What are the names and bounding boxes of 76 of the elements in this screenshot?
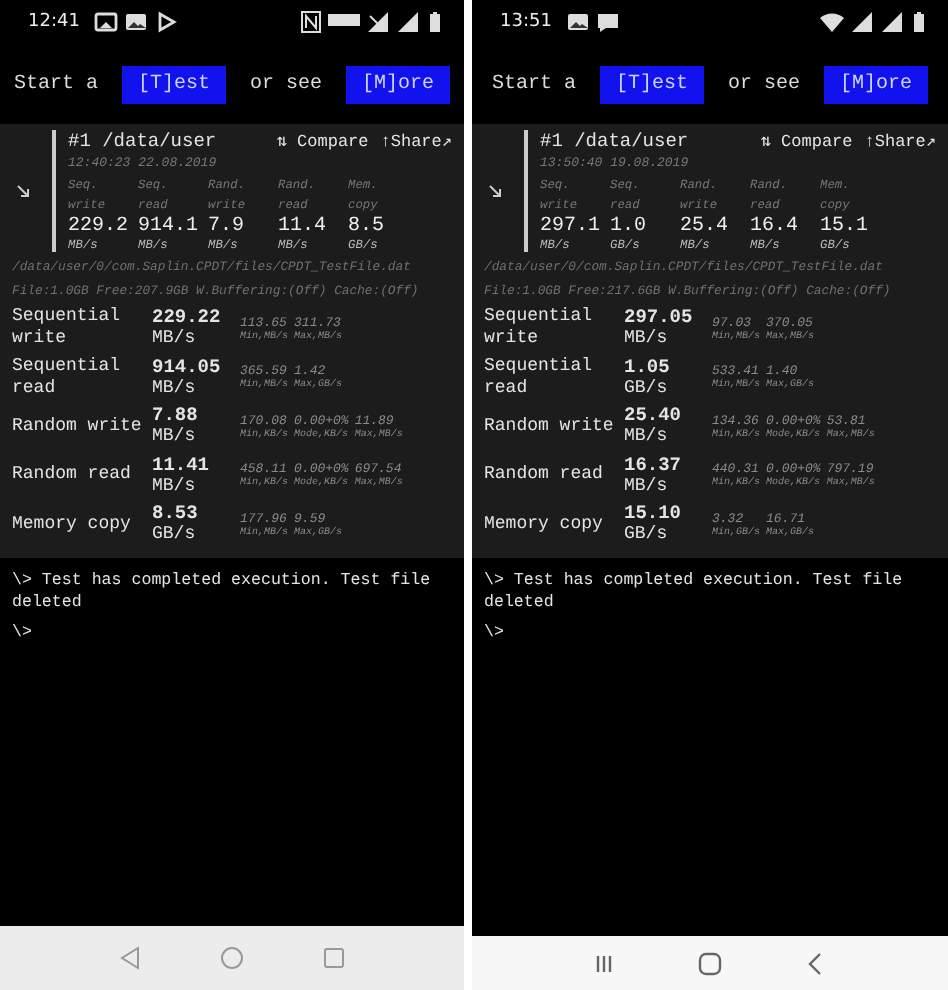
result-unit: GB/s (624, 524, 670, 547)
result-value: 15.10 (624, 502, 684, 525)
test-name: Memory copy (484, 513, 605, 536)
prompt-text: or see (728, 73, 801, 95)
result-value: 914.05 (152, 355, 223, 378)
test-name: Random read (12, 464, 133, 487)
test-name: Sequential write (12, 306, 123, 351)
result-value: 1.05 (624, 355, 672, 378)
metric-value: 297.1 (540, 216, 603, 238)
compare-link[interactable]: ⇅ Compare (276, 132, 369, 152)
test-name: Memory copy (12, 513, 133, 536)
test-button[interactable]: [T]est (121, 65, 226, 103)
metric-value: 8.5 (348, 216, 387, 238)
console-line: \> (484, 621, 506, 643)
compare-link[interactable]: ⇅ Compare (760, 132, 853, 152)
n-icon (300, 10, 322, 34)
result-value: 11.41 (152, 453, 212, 476)
signal-icon (880, 10, 904, 34)
test-button[interactable]: [T]est (599, 65, 704, 103)
play-icon (153, 10, 178, 34)
home-icon[interactable] (695, 949, 724, 977)
result-unit: MB/s (152, 426, 198, 449)
result-unit: MB/s (624, 475, 670, 498)
more-button[interactable]: [M]ore (346, 65, 451, 103)
metric-value: 229.2 (68, 216, 131, 238)
metric-value: 914.1 (138, 216, 201, 238)
signal-icon (366, 10, 390, 34)
metric-value: 16.4 (750, 216, 801, 238)
console-line: \> (12, 621, 34, 643)
signal-icon (850, 10, 874, 34)
result-title: #1 /data/user (68, 130, 219, 152)
metric-value: 25.4 (680, 216, 731, 238)
result-value: 297.05 (624, 306, 695, 329)
metric-value: 11.4 (278, 216, 329, 238)
clock-time: 13:51 (500, 12, 552, 32)
prompt-text: Start a (13, 73, 98, 95)
arrow-icon[interactable] (16, 184, 30, 198)
metric-value: 15.1 (820, 216, 871, 238)
test-name: Random write (484, 415, 616, 438)
console-line: \> Test has completed execution. Test file deleted (12, 569, 433, 613)
result-value: 229.22 (152, 306, 223, 329)
result-unit: GB/s (152, 524, 198, 547)
console-line: \> Test has completed execution. Test file deleted (484, 569, 905, 613)
result-unit: MB/s (624, 328, 670, 351)
test-name: Sequential read (484, 355, 595, 400)
result-unit: GB/s (624, 377, 670, 400)
result-value: 16.37 (624, 453, 684, 476)
share-link[interactable]: ↑Share↗ (864, 132, 936, 152)
share-link[interactable]: ↑Share↗ (380, 132, 452, 152)
more-button[interactable]: [M]ore (824, 65, 929, 103)
result-unit: MB/s (152, 377, 198, 400)
arrow-icon[interactable] (488, 184, 502, 198)
message-icon (595, 10, 620, 34)
result-title: #1 /data/user (540, 130, 691, 152)
signal-icon (396, 10, 420, 34)
test-name: Random write (12, 415, 144, 438)
battery-icon (426, 10, 444, 34)
result-unit: MB/s (624, 426, 670, 449)
metric-value: 7.9 (208, 216, 247, 238)
metric-value: 1.0 (610, 216, 649, 238)
photo-icon (93, 10, 118, 34)
clock-time: 12:41 (28, 12, 80, 32)
test-name: Sequential read (12, 355, 123, 400)
result-value: 25.40 (624, 404, 684, 427)
wifi-icon (820, 10, 844, 34)
result-value: 7.88 (152, 404, 200, 427)
image-icon (123, 10, 148, 34)
prompt-text: Start a (491, 73, 576, 95)
test-name: Random read (484, 464, 605, 487)
test-name: Sequential write (484, 306, 595, 351)
image-icon (565, 10, 590, 34)
result-unit: MB/s (152, 328, 198, 351)
result-value: 8.53 (152, 502, 200, 525)
result-unit: MB/s (152, 475, 198, 498)
prompt-text: or see (250, 73, 323, 95)
battery-icon (910, 10, 928, 34)
